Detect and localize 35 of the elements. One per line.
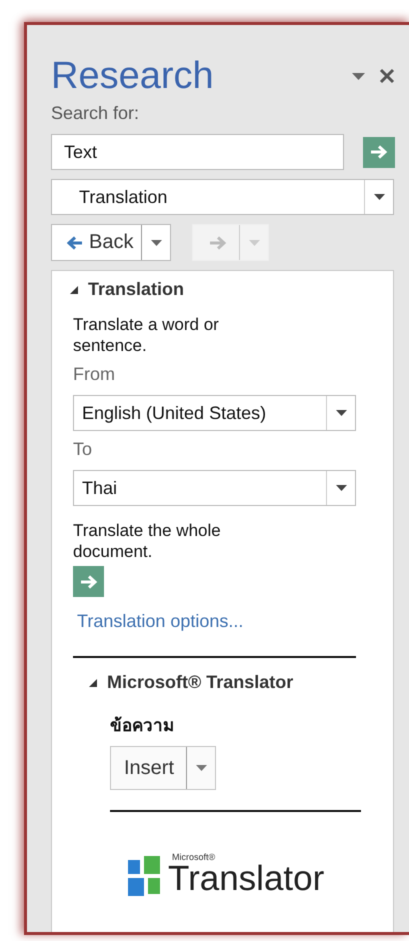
reference-dropdown[interactable]: Translation [51, 179, 394, 215]
arrow-right-icon [80, 574, 98, 590]
arrow-right-icon [209, 236, 228, 250]
translation-result: ข้อความ [110, 715, 174, 738]
logo-brand-text: Microsoft® [172, 852, 216, 862]
from-label: From [73, 364, 115, 385]
instruction-text: Translate the whole document. [73, 520, 222, 562]
pane-title: Research [51, 54, 215, 98]
search-label: Search for: [51, 103, 140, 124]
dropdown-arrow-icon [150, 240, 162, 246]
back-button[interactable]: Back [51, 224, 172, 261]
logo-product-text: Translator [168, 862, 324, 896]
from-language-dropdown[interactable]: English (United States) [73, 395, 356, 431]
dropdown-arrow-icon [196, 765, 207, 771]
arrow-right-icon [370, 144, 388, 160]
start-search-button[interactable] [363, 136, 395, 168]
translator-logo-icon [128, 856, 162, 896]
dropdown-arrow-icon [248, 240, 260, 246]
arrow-left-icon [67, 236, 83, 250]
close-icon[interactable] [379, 68, 395, 84]
pane-options-icon[interactable] [352, 72, 365, 80]
translation-options-link[interactable]: Translation options... [77, 611, 244, 632]
collapse-triangle-icon[interactable] [88, 678, 98, 688]
search-field[interactable]: Text [51, 134, 344, 170]
translate-document-button[interactable] [73, 566, 104, 597]
instruction-text: Translate a word or sentence. [73, 314, 220, 356]
dropdown-arrow-icon [336, 485, 346, 491]
insert-button[interactable]: Insert [110, 746, 216, 790]
to-label: To [73, 439, 92, 460]
section-heading: Translation [88, 279, 184, 300]
dropdown-arrow-icon [374, 194, 384, 200]
collapse-triangle-icon[interactable] [69, 284, 79, 294]
section-heading: Microsoft® Translator [107, 672, 294, 693]
dropdown-arrow-icon [336, 410, 346, 416]
to-language-dropdown[interactable]: Thai [73, 470, 356, 506]
